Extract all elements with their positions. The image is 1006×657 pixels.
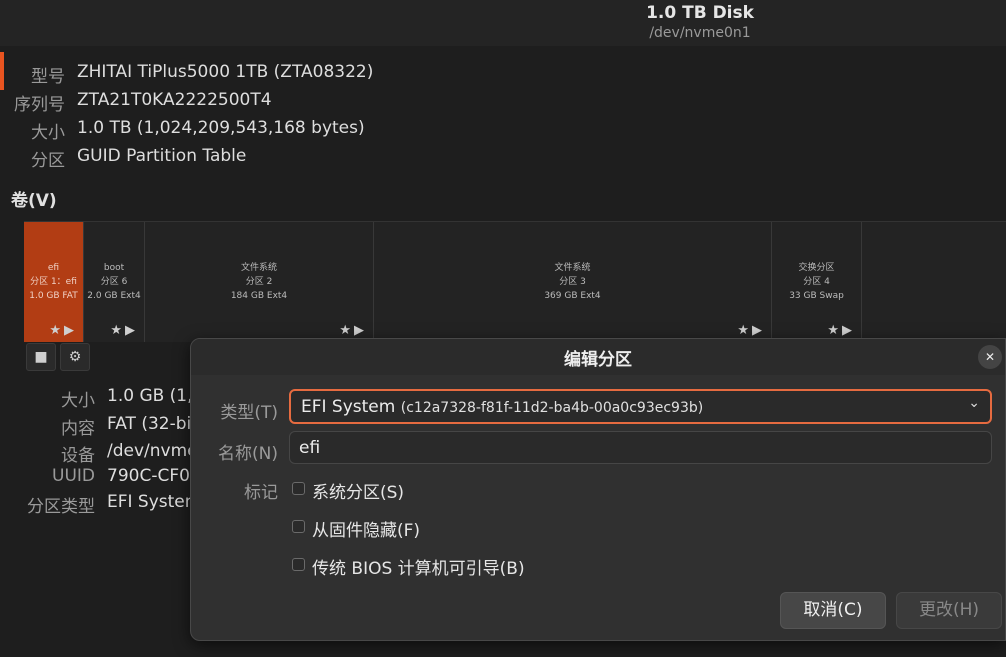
partition-name: 文件系统: [240, 263, 277, 273]
partitioning-label: 分区: [31, 151, 65, 171]
partition-number: 分区 6: [100, 277, 128, 287]
type-label: 类型(T): [220, 403, 278, 423]
checkbox[interactable]: [292, 482, 305, 495]
stop-icon: ■: [34, 349, 48, 365]
partition-name: 交换分区: [798, 263, 835, 273]
model-label: 型号: [31, 67, 65, 87]
detail-device-label: 设备: [61, 446, 95, 466]
disk-header: [0, 0, 1006, 46]
cancel-button[interactable]: 取消(C): [780, 592, 886, 629]
star-icon: ★: [827, 323, 842, 338]
partition-name: boot: [103, 263, 125, 273]
chevron-down-icon: ⌄: [968, 395, 980, 411]
partition-block-efi[interactable]: efi 分区 1：efi 1.0 GB FAT ★▶: [24, 222, 84, 342]
close-icon: ✕: [984, 350, 996, 364]
volumes-heading: 卷(V): [11, 191, 57, 211]
partition-size: 184 GB Ext4: [230, 291, 288, 301]
stop-button[interactable]: ■: [26, 343, 56, 371]
partition-name-input[interactable]: [289, 431, 992, 464]
partition-size: 33 GB Swap: [789, 291, 844, 301]
type-guid: (c12a7328-f81f-11d2-ba4b-00a0c93ec93b): [400, 400, 704, 416]
detail-uuid-label: UUID: [52, 466, 95, 486]
model-value: ZHITAI TiPlus5000 1TB (ZTA08322): [77, 62, 374, 82]
partition-block-2[interactable]: 文件系统 分区 2 184 GB Ext4 ★▶: [145, 222, 374, 342]
star-icon: ★: [339, 323, 354, 338]
detail-type-label: 分区类型: [27, 497, 95, 517]
partition-number: 分区 2: [245, 277, 273, 287]
partition-name: 文件系统: [554, 263, 591, 273]
partitioning-value: GUID Partition Table: [77, 146, 247, 166]
partition-number: 分区 1：efi: [30, 277, 77, 287]
serial-value: ZTA21T0KA2222500T4: [77, 90, 272, 110]
partition-number: 分区 3: [559, 277, 586, 287]
partition-size: 2.0 GB Ext4: [87, 291, 141, 301]
dialog-title: 编辑分区: [564, 350, 632, 370]
partition-name: efi: [47, 263, 60, 273]
name-label: 名称(N): [218, 444, 278, 464]
star-icon: ★: [737, 323, 752, 338]
dialog-close-button[interactable]: ✕: [978, 345, 1002, 369]
flag-label: 从固件隐藏(F): [312, 521, 421, 541]
checkbox[interactable]: [292, 520, 305, 533]
flag-label: 传统 BIOS 计算机可引导(B): [312, 559, 525, 579]
checkbox[interactable]: [292, 558, 305, 571]
partition-block-boot[interactable]: boot 分区 6 2.0 GB Ext4 ★▶: [84, 222, 145, 342]
partition-options-button[interactable]: ⚙: [60, 343, 90, 371]
star-icon: ★: [49, 323, 64, 338]
partition-size: 1.0 GB FAT: [29, 291, 78, 301]
serial-label: 序列号: [14, 95, 65, 115]
partition-size: 369 GB Ext4: [544, 291, 601, 301]
volume-map: efi 分区 1：efi 1.0 GB FAT ★▶ boot 分区 6 2.0…: [24, 221, 1006, 342]
detail-contents-value: FAT (32-bi: [107, 414, 192, 434]
edit-partition-dialog: 编辑分区 ✕ 类型(T) EFI System (c12a7328-f81f-1…: [190, 338, 1006, 641]
detail-uuid-value: 790C-CF0F: [107, 466, 200, 486]
detail-type-value: EFI System: [107, 492, 202, 512]
play-icon: ▶: [752, 323, 765, 338]
size-value: 1.0 TB (1,024,209,543,168 bytes): [77, 118, 365, 138]
size-label: 大小: [31, 123, 65, 143]
partition-number: 分区 4: [803, 277, 830, 287]
play-icon: ▶: [354, 323, 367, 338]
play-icon: ▶: [125, 323, 138, 338]
detail-contents-label: 内容: [61, 419, 95, 439]
disk-device-path: /dev/nvme0n1: [649, 25, 751, 41]
star-icon: ★: [110, 323, 125, 338]
play-icon: ▶: [842, 323, 855, 338]
flags-label: 标记: [244, 483, 278, 503]
partition-block-free[interactable]: [862, 222, 1006, 342]
partition-block-swap[interactable]: 交换分区 分区 4 33 GB Swap ★▶: [772, 222, 862, 342]
type-value: EFI System: [301, 397, 396, 417]
detail-size-value: 1.0 GB (1,0: [107, 386, 204, 406]
play-icon: ▶: [64, 323, 77, 338]
apply-changes-button[interactable]: 更改(H): [896, 592, 1002, 629]
partition-block-3[interactable]: 文件系统 分区 3 369 GB Ext4 ★▶: [374, 222, 772, 342]
detail-size-label: 大小: [61, 391, 95, 411]
detail-device-value: /dev/nvme: [107, 441, 198, 461]
partition-type-combo[interactable]: EFI System (c12a7328-f81f-11d2-ba4b-00a0…: [289, 389, 992, 424]
gear-icon: ⚙: [68, 349, 82, 365]
flag-label: 系统分区(S): [312, 483, 405, 503]
disk-title: 1.0 TB Disk: [646, 3, 754, 23]
